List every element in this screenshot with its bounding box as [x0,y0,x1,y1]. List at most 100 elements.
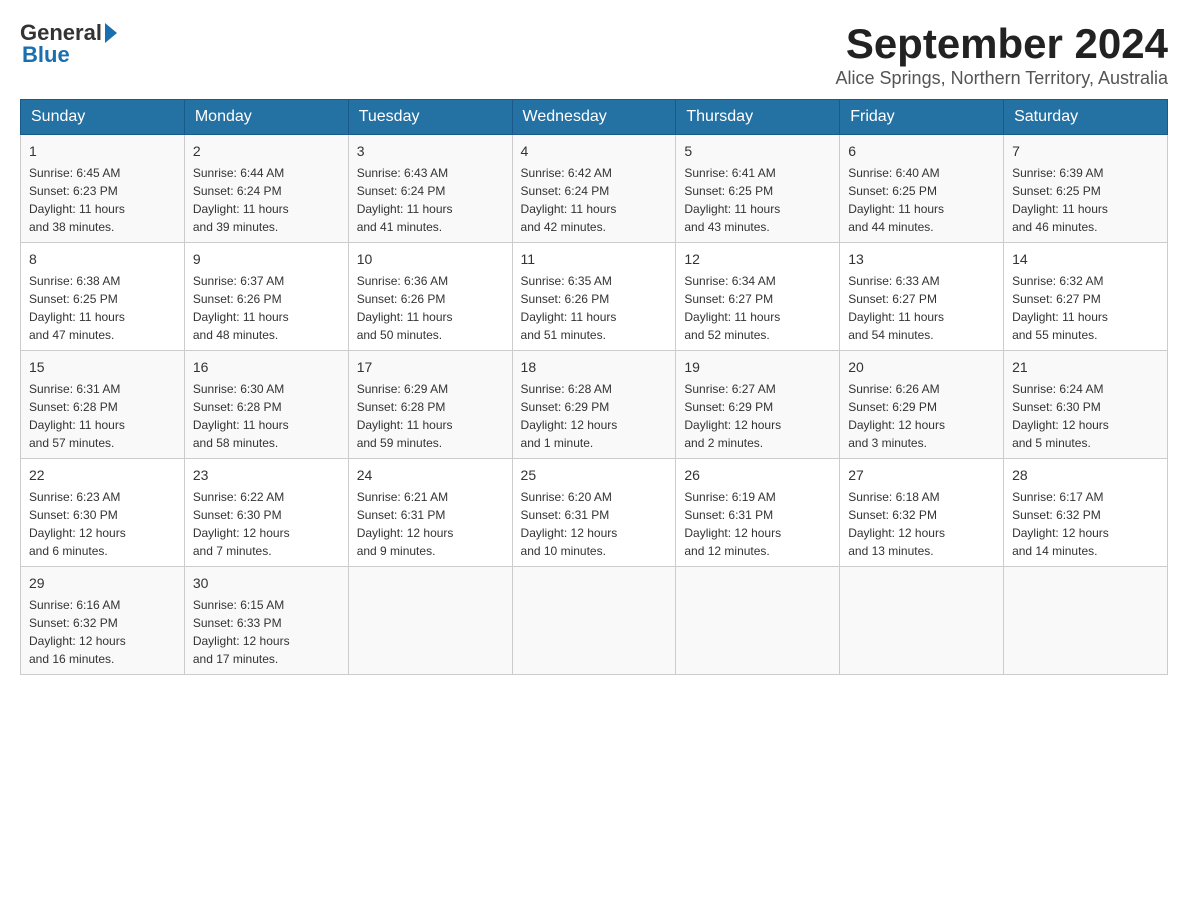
day-number: 9 [193,249,340,270]
day-number: 27 [848,465,995,486]
calendar-cell: 2Sunrise: 6:44 AMSunset: 6:24 PMDaylight… [184,135,348,243]
day-info: Sunrise: 6:23 AMSunset: 6:30 PMDaylight:… [29,488,176,560]
logo-blue-text: Blue [22,42,70,68]
calendar-cell: 18Sunrise: 6:28 AMSunset: 6:29 PMDayligh… [512,351,676,459]
calendar-cell: 19Sunrise: 6:27 AMSunset: 6:29 PMDayligh… [676,351,840,459]
day-number: 5 [684,141,831,162]
calendar-cell [840,567,1004,675]
day-info: Sunrise: 6:26 AMSunset: 6:29 PMDaylight:… [848,380,995,452]
calendar-cell: 11Sunrise: 6:35 AMSunset: 6:26 PMDayligh… [512,243,676,351]
day-number: 13 [848,249,995,270]
calendar-cell: 17Sunrise: 6:29 AMSunset: 6:28 PMDayligh… [348,351,512,459]
day-number: 7 [1012,141,1159,162]
title-section: September 2024 Alice Springs, Northern T… [836,20,1168,89]
month-year-title: September 2024 [836,20,1168,68]
day-number: 25 [521,465,668,486]
calendar-cell [676,567,840,675]
calendar-cell: 1Sunrise: 6:45 AMSunset: 6:23 PMDaylight… [21,135,185,243]
day-number: 15 [29,357,176,378]
calendar-header-row: SundayMondayTuesdayWednesdayThursdayFrid… [21,100,1168,135]
day-info: Sunrise: 6:19 AMSunset: 6:31 PMDaylight:… [684,488,831,560]
day-info: Sunrise: 6:18 AMSunset: 6:32 PMDaylight:… [848,488,995,560]
day-number: 26 [684,465,831,486]
day-info: Sunrise: 6:37 AMSunset: 6:26 PMDaylight:… [193,272,340,344]
calendar-week-row: 1Sunrise: 6:45 AMSunset: 6:23 PMDaylight… [21,135,1168,243]
day-info: Sunrise: 6:41 AMSunset: 6:25 PMDaylight:… [684,164,831,236]
day-number: 11 [521,249,668,270]
calendar-cell: 7Sunrise: 6:39 AMSunset: 6:25 PMDaylight… [1004,135,1168,243]
day-number: 29 [29,573,176,594]
day-number: 18 [521,357,668,378]
calendar-cell: 23Sunrise: 6:22 AMSunset: 6:30 PMDayligh… [184,459,348,567]
calendar-cell: 22Sunrise: 6:23 AMSunset: 6:30 PMDayligh… [21,459,185,567]
calendar-cell: 9Sunrise: 6:37 AMSunset: 6:26 PMDaylight… [184,243,348,351]
calendar-cell [1004,567,1168,675]
day-info: Sunrise: 6:40 AMSunset: 6:25 PMDaylight:… [848,164,995,236]
calendar-cell: 16Sunrise: 6:30 AMSunset: 6:28 PMDayligh… [184,351,348,459]
calendar-cell: 5Sunrise: 6:41 AMSunset: 6:25 PMDaylight… [676,135,840,243]
col-header-monday: Monday [184,100,348,135]
calendar-cell: 20Sunrise: 6:26 AMSunset: 6:29 PMDayligh… [840,351,1004,459]
day-info: Sunrise: 6:33 AMSunset: 6:27 PMDaylight:… [848,272,995,344]
calendar-cell [512,567,676,675]
day-number: 1 [29,141,176,162]
day-number: 20 [848,357,995,378]
calendar-week-row: 22Sunrise: 6:23 AMSunset: 6:30 PMDayligh… [21,459,1168,567]
day-number: 28 [1012,465,1159,486]
calendar-cell: 27Sunrise: 6:18 AMSunset: 6:32 PMDayligh… [840,459,1004,567]
day-info: Sunrise: 6:36 AMSunset: 6:26 PMDaylight:… [357,272,504,344]
col-header-saturday: Saturday [1004,100,1168,135]
day-info: Sunrise: 6:34 AMSunset: 6:27 PMDaylight:… [684,272,831,344]
col-header-friday: Friday [840,100,1004,135]
day-number: 24 [357,465,504,486]
day-number: 14 [1012,249,1159,270]
day-number: 4 [521,141,668,162]
day-number: 3 [357,141,504,162]
day-number: 30 [193,573,340,594]
calendar-cell: 6Sunrise: 6:40 AMSunset: 6:25 PMDaylight… [840,135,1004,243]
day-info: Sunrise: 6:24 AMSunset: 6:30 PMDaylight:… [1012,380,1159,452]
day-number: 8 [29,249,176,270]
day-info: Sunrise: 6:39 AMSunset: 6:25 PMDaylight:… [1012,164,1159,236]
calendar-cell: 14Sunrise: 6:32 AMSunset: 6:27 PMDayligh… [1004,243,1168,351]
day-info: Sunrise: 6:42 AMSunset: 6:24 PMDaylight:… [521,164,668,236]
calendar-cell: 12Sunrise: 6:34 AMSunset: 6:27 PMDayligh… [676,243,840,351]
calendar-week-row: 15Sunrise: 6:31 AMSunset: 6:28 PMDayligh… [21,351,1168,459]
day-info: Sunrise: 6:21 AMSunset: 6:31 PMDaylight:… [357,488,504,560]
day-info: Sunrise: 6:35 AMSunset: 6:26 PMDaylight:… [521,272,668,344]
calendar-cell: 24Sunrise: 6:21 AMSunset: 6:31 PMDayligh… [348,459,512,567]
day-number: 10 [357,249,504,270]
calendar-cell: 10Sunrise: 6:36 AMSunset: 6:26 PMDayligh… [348,243,512,351]
calendar-table: SundayMondayTuesdayWednesdayThursdayFrid… [20,99,1168,675]
day-number: 19 [684,357,831,378]
logo: General Blue [20,20,120,68]
day-info: Sunrise: 6:22 AMSunset: 6:30 PMDaylight:… [193,488,340,560]
day-number: 17 [357,357,504,378]
day-number: 16 [193,357,340,378]
calendar-cell: 29Sunrise: 6:16 AMSunset: 6:32 PMDayligh… [21,567,185,675]
day-number: 23 [193,465,340,486]
calendar-week-row: 29Sunrise: 6:16 AMSunset: 6:32 PMDayligh… [21,567,1168,675]
calendar-cell: 30Sunrise: 6:15 AMSunset: 6:33 PMDayligh… [184,567,348,675]
calendar-cell: 28Sunrise: 6:17 AMSunset: 6:32 PMDayligh… [1004,459,1168,567]
day-info: Sunrise: 6:17 AMSunset: 6:32 PMDaylight:… [1012,488,1159,560]
calendar-cell: 15Sunrise: 6:31 AMSunset: 6:28 PMDayligh… [21,351,185,459]
calendar-cell: 25Sunrise: 6:20 AMSunset: 6:31 PMDayligh… [512,459,676,567]
day-info: Sunrise: 6:15 AMSunset: 6:33 PMDaylight:… [193,596,340,668]
day-info: Sunrise: 6:27 AMSunset: 6:29 PMDaylight:… [684,380,831,452]
day-number: 22 [29,465,176,486]
location-subtitle: Alice Springs, Northern Territory, Austr… [836,68,1168,89]
calendar-cell: 21Sunrise: 6:24 AMSunset: 6:30 PMDayligh… [1004,351,1168,459]
col-header-thursday: Thursday [676,100,840,135]
col-header-tuesday: Tuesday [348,100,512,135]
logo-arrow-icon [105,23,117,43]
day-info: Sunrise: 6:31 AMSunset: 6:28 PMDaylight:… [29,380,176,452]
day-info: Sunrise: 6:20 AMSunset: 6:31 PMDaylight:… [521,488,668,560]
col-header-sunday: Sunday [21,100,185,135]
calendar-cell: 8Sunrise: 6:38 AMSunset: 6:25 PMDaylight… [21,243,185,351]
day-info: Sunrise: 6:28 AMSunset: 6:29 PMDaylight:… [521,380,668,452]
page-header: General Blue September 2024 Alice Spring… [20,20,1168,89]
day-info: Sunrise: 6:29 AMSunset: 6:28 PMDaylight:… [357,380,504,452]
day-info: Sunrise: 6:43 AMSunset: 6:24 PMDaylight:… [357,164,504,236]
calendar-cell: 3Sunrise: 6:43 AMSunset: 6:24 PMDaylight… [348,135,512,243]
